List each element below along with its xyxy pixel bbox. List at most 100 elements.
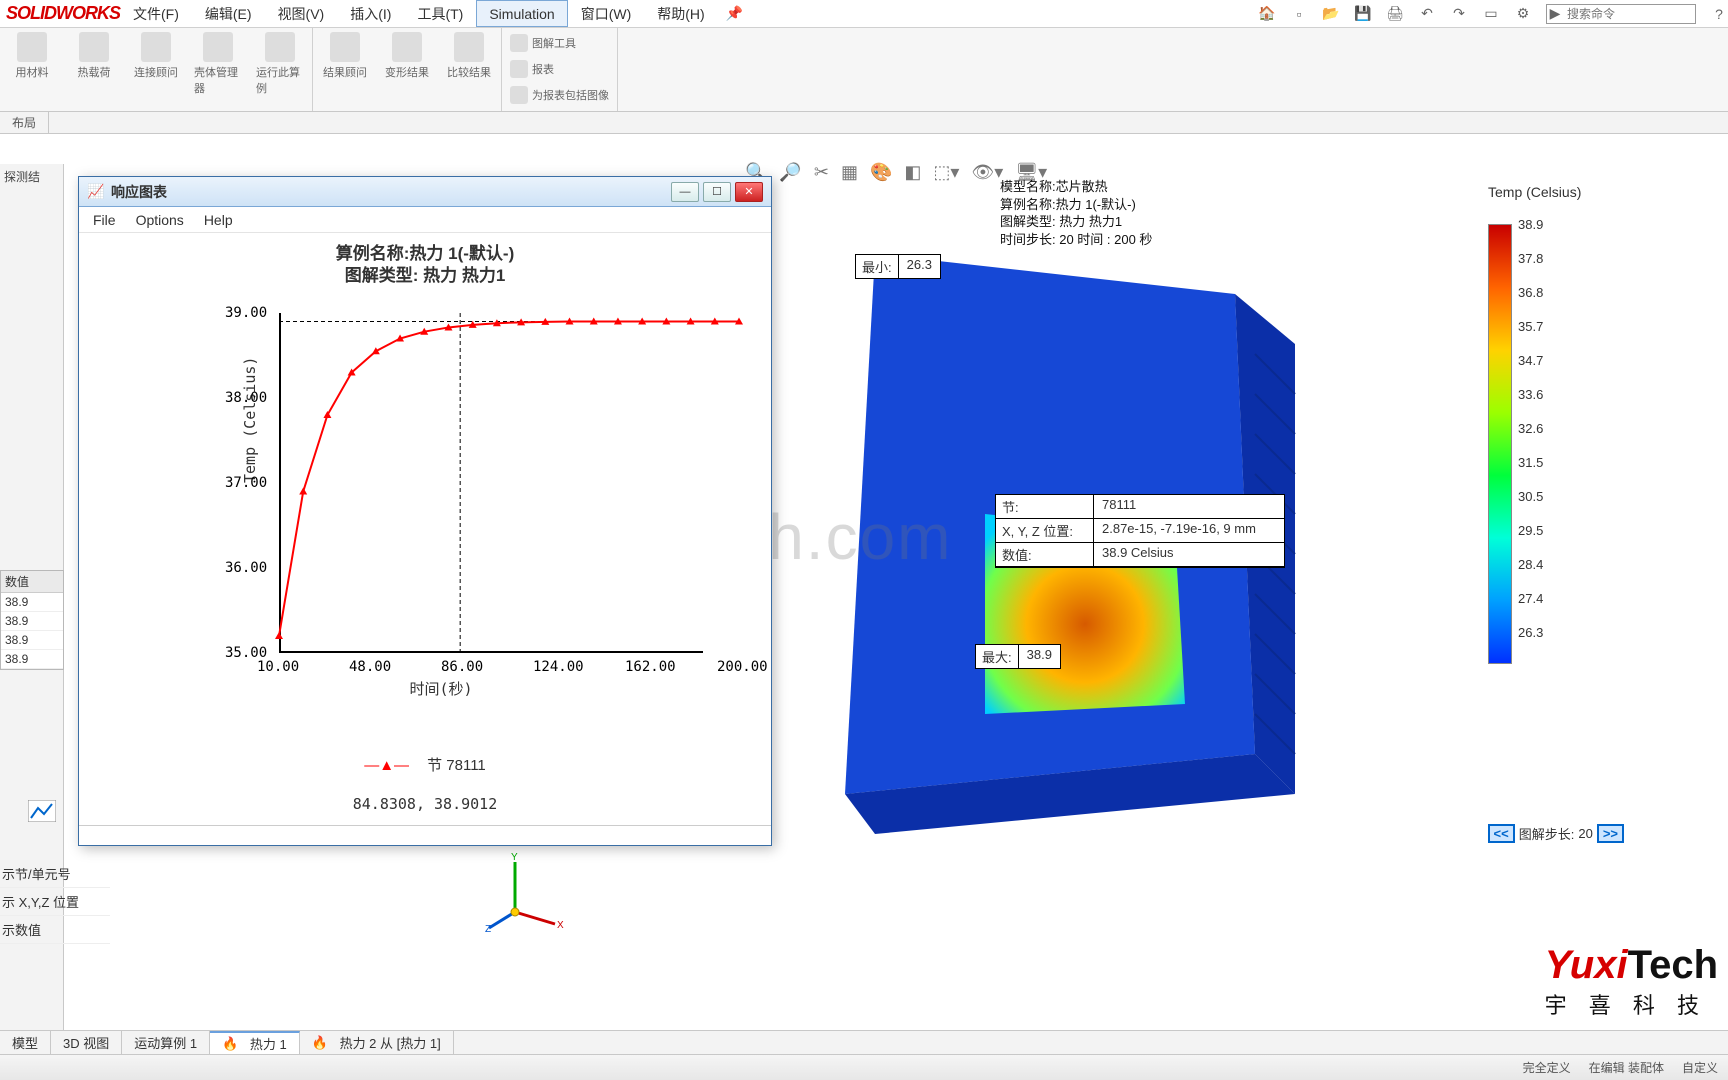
ribbon-shell-mgr[interactable]: 壳体管理器	[194, 32, 242, 107]
display-style-icon[interactable]: ▦	[841, 162, 858, 183]
command-search[interactable]: ▶	[1546, 4, 1696, 24]
max-callout[interactable]: 最大: 38.9	[975, 644, 1061, 669]
chart-plot-area[interactable]: Temp (Celsius) 时间(秒) 35.0036.0037.0038.0…	[139, 303, 743, 723]
menu-tools[interactable]: 工具(T)	[404, 0, 476, 27]
x-tick: 162.00	[625, 659, 676, 675]
settings-icon[interactable]: ⚙	[1514, 5, 1532, 23]
pin-icon[interactable]: 📌	[718, 0, 751, 27]
probe-key-node: 节:	[996, 495, 1094, 519]
close-button[interactable]: ✕	[735, 182, 763, 202]
legend-tick: 36.8	[1518, 286, 1543, 320]
ribbon-material[interactable]: 用材料	[8, 32, 56, 107]
study-tabs: 模型 3D 视图 运动算例 1 🔥 热力 1 🔥 热力 2 从 [热力 1]	[0, 1030, 1728, 1054]
legend-tick: 31.5	[1518, 456, 1543, 490]
chart-statusbar	[79, 825, 771, 845]
opt-show-value[interactable]: 示数值	[0, 916, 110, 944]
undo-icon[interactable]: ↶	[1418, 5, 1436, 23]
zoom-area-icon[interactable]: 🔎	[779, 162, 801, 183]
minimize-button[interactable]: —	[671, 182, 699, 202]
ribbon-thermal-load[interactable]: 热载荷	[70, 32, 118, 107]
menu-edit[interactable]: 编辑(E)	[192, 0, 265, 27]
chart-cursor-readout: 84.8308, 38.9012	[79, 795, 771, 813]
open-icon[interactable]: 📂	[1322, 5, 1340, 23]
chart-legend: —▲— 节 78111	[79, 754, 771, 775]
step-next-button[interactable]: >>	[1597, 824, 1624, 843]
ribbon-compare[interactable]: 比较结果	[445, 32, 493, 107]
color-legend: Temp (Celsius) 38.937.836.835.734.733.63…	[1488, 184, 1608, 212]
ribbon-deform[interactable]: 变形结果	[383, 32, 431, 107]
help-icon[interactable]: ?	[1710, 5, 1728, 23]
chart-window-menu: File Options Help	[79, 207, 771, 233]
y-tick: 37.00	[225, 475, 267, 491]
chart-window-titlebar[interactable]: 📈 响应图表 — ☐ ✕	[79, 177, 771, 207]
svg-text:Y: Y	[511, 852, 518, 863]
scene-icon[interactable]: ◧	[904, 162, 921, 183]
status-defined: 完全定义	[1523, 1059, 1571, 1076]
x-tick: 86.00	[441, 659, 483, 675]
response-chart-window[interactable]: 📈 响应图表 — ☐ ✕ File Options Help 算例名称:热力 1…	[78, 176, 772, 846]
menu-simulation[interactable]: Simulation	[476, 0, 567, 27]
chart-series	[279, 313, 739, 653]
ribbon-conn-advisor[interactable]: 连接顾问	[132, 32, 180, 107]
menu-window[interactable]: 窗口(W)	[568, 0, 645, 27]
menu-file[interactable]: 文件(F)	[120, 0, 192, 27]
legend-tick: 38.9	[1518, 218, 1543, 252]
chart-icon[interactable]	[28, 800, 56, 825]
legend-tick: 27.4	[1518, 592, 1543, 626]
status-custom[interactable]: 自定义	[1682, 1059, 1718, 1076]
chart-menu-file[interactable]: File	[93, 212, 116, 228]
tab-thermal2[interactable]: 🔥 热力 2 从 [热力 1]	[300, 1031, 454, 1054]
select-icon[interactable]: ▭	[1482, 5, 1500, 23]
tab-motion[interactable]: 运动算例 1	[122, 1031, 210, 1054]
orientation-triad[interactable]: Y X Z	[485, 852, 565, 932]
step-value: 20	[1578, 826, 1592, 841]
search-input[interactable]	[1563, 7, 1695, 21]
redo-icon[interactable]: ↷	[1450, 5, 1468, 23]
opt-show-xyz[interactable]: 示 X,Y,Z 位置	[0, 888, 110, 916]
probe-val-node: 78111	[1094, 495, 1284, 519]
x-tick: 48.00	[349, 659, 391, 675]
home-icon[interactable]: 🏠	[1258, 5, 1276, 23]
chart-menu-options[interactable]: Options	[136, 212, 184, 228]
print-icon[interactable]: 🖨	[1386, 5, 1404, 23]
tab-model[interactable]: 模型	[0, 1031, 51, 1054]
chart-menu-help[interactable]: Help	[204, 212, 233, 228]
step-label: 图解步长:	[1519, 824, 1575, 843]
x-tick: 10.00	[257, 659, 299, 675]
chart-body: 算例名称:热力 1(-默认-) 图解类型: 热力 热力1 Temp (Celsi…	[79, 233, 771, 845]
ribbon-run-study[interactable]: 运行此算例	[256, 32, 304, 107]
new-icon[interactable]: ▫	[1290, 5, 1308, 23]
value-row: 38.9	[1, 631, 63, 650]
probe-tooltip[interactable]: 节:78111 X, Y, Z 位置:2.87e-15, -7.19e-16, …	[995, 494, 1285, 568]
legend-tick: 35.7	[1518, 320, 1543, 354]
menu-insert[interactable]: 插入(I)	[337, 0, 404, 27]
tab-layout[interactable]: 布局	[0, 112, 49, 133]
legend-tick: 30.5	[1518, 490, 1543, 524]
menu-help[interactable]: 帮助(H)	[644, 0, 717, 27]
tab-thermal1[interactable]: 🔥 热力 1	[210, 1031, 300, 1054]
hide-show-icon[interactable]: 👁▾	[971, 162, 1003, 183]
tab-3dview[interactable]: 3D 视图	[51, 1031, 122, 1054]
section-icon[interactable]: ✂	[814, 162, 829, 183]
chart-ylabel: Temp (Celsius)	[241, 357, 259, 483]
min-callout[interactable]: 最小: 26.3	[855, 254, 941, 279]
ribbon-report[interactable]: 报表	[510, 58, 609, 80]
legend-tick: 37.8	[1518, 252, 1543, 286]
step-prev-button[interactable]: <<	[1488, 824, 1515, 843]
save-icon[interactable]: 💾	[1354, 5, 1372, 23]
y-tick: 39.00	[225, 305, 267, 321]
ribbon-include-image[interactable]: 为报表包括图像	[510, 84, 609, 106]
value-panel: 数值 38.9 38.9 38.9 38.9	[0, 570, 64, 670]
probe-val-value: 38.9 Celsius	[1094, 543, 1284, 567]
ribbon-results-advisor[interactable]: 结果顾问	[321, 32, 369, 107]
probe-val-xyz: 2.87e-15, -7.19e-16, 9 mm	[1094, 519, 1284, 543]
opt-show-node-id[interactable]: 示节/单元号	[0, 860, 110, 888]
ribbon-plot-tools[interactable]: 图解工具	[510, 32, 609, 54]
value-row: 38.9	[1, 650, 63, 669]
min-label: 最小:	[856, 255, 899, 278]
view-orient-icon[interactable]: ⬚▾	[933, 162, 959, 183]
menu-view[interactable]: 视图(V)	[265, 0, 338, 27]
appearance-icon[interactable]: 🎨	[870, 162, 892, 183]
step-control: << 图解步长: 20 >>	[1488, 824, 1624, 843]
maximize-button[interactable]: ☐	[703, 182, 731, 202]
